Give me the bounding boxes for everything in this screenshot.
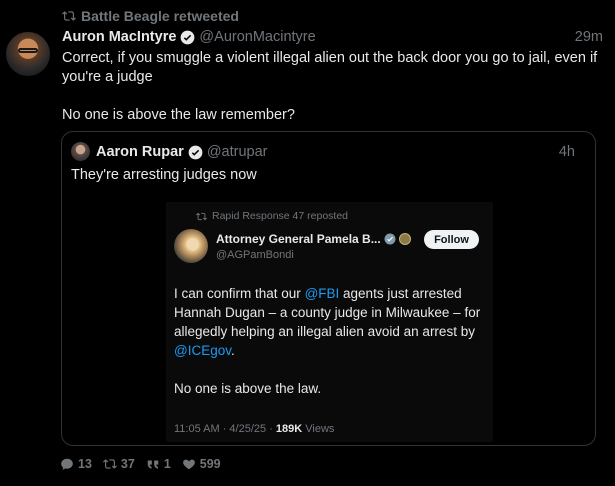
embed-author-handle: @AGPamBondi <box>216 249 294 261</box>
retweet-icon <box>102 459 117 469</box>
embed-meta: 11:05 AM · 4/25/25 · 189K Views <box>174 423 334 435</box>
quote-icon <box>147 460 159 469</box>
tweet-timestamp[interactable]: 29m <box>575 29 603 45</box>
embedded-post-image[interactable]: Rapid Response 47 reposted Attorney Gene… <box>166 202 493 442</box>
embed-text: . <box>230 343 235 358</box>
quote-count: 1 <box>163 457 171 471</box>
embed-views-count: 189K <box>275 423 303 435</box>
mention-icegov: @ICEgov <box>174 343 231 358</box>
author-name[interactable]: Auron MacIntyre <box>62 29 176 45</box>
embed-author-name-row: Attorney General Pamela B... <box>216 232 411 246</box>
verified-badge-icon <box>181 30 195 44</box>
embed-paragraph: I can confirm that our @FBI agents just … <box>174 284 484 360</box>
quote-text: They're arresting judges now <box>71 167 257 183</box>
embed-author-name: Attorney General Pamela B... <box>216 232 381 246</box>
tweet-header: Auron MacIntyre @AuronMacintyre 29m <box>62 27 605 47</box>
like-button[interactable]: 599 <box>182 457 221 471</box>
gov-verified-badge-icon <box>384 233 396 245</box>
embed-paragraph: No one is above the law. <box>174 381 322 396</box>
embed-repost-line: Rapid Response 47 reposted <box>196 210 348 222</box>
tweet-actions: 13 37 1 599 <box>60 456 221 472</box>
quote-header: Aaron Rupar @atrupar 4h <box>96 142 585 162</box>
retweet-count: 37 <box>120 457 135 471</box>
quote-author-handle[interactable]: @atrupar <box>207 144 268 160</box>
embed-repost-label: Rapid Response 47 reposted <box>212 210 349 222</box>
mention-fbi: @FBI <box>304 286 340 301</box>
quoted-tweet[interactable]: Aaron Rupar @atrupar 4h They're arrestin… <box>61 131 596 446</box>
tweet-paragraph: No one is above the law remember? <box>62 107 295 123</box>
embed-body: I can confirm that our @FBI agents just … <box>174 284 484 398</box>
tweet-paragraph: Correct, if you smuggle a violent illega… <box>62 50 598 85</box>
quote-author-avatar[interactable] <box>71 142 90 161</box>
embed-author-avatar <box>174 229 208 263</box>
retweet-icon <box>196 212 207 220</box>
avatar-glasses <box>18 48 38 53</box>
quote-author-name[interactable]: Aaron Rupar <box>96 144 184 160</box>
retweet-icon <box>62 11 76 21</box>
embed-meta-time: 11:05 AM · 4/25/25 · <box>174 423 276 435</box>
reply-count: 13 <box>78 457 92 471</box>
retweet-label: Battle Beagle retweeted <box>81 8 239 24</box>
government-seal-icon <box>398 233 411 245</box>
tweet-text: Correct, if you smuggle a violent illega… <box>62 49 602 125</box>
author-handle[interactable]: @AuronMacintyre <box>199 29 315 45</box>
embed-views-label: Views <box>302 423 335 435</box>
follow-button: Follow <box>424 230 479 249</box>
like-count: 599 <box>199 457 221 471</box>
verified-badge-icon <box>188 145 203 159</box>
quote-timestamp[interactable]: 4h <box>559 144 575 160</box>
quote-button[interactable]: 1 <box>146 457 171 471</box>
reply-icon <box>61 458 73 470</box>
heart-icon <box>182 459 195 470</box>
embed-text: I can confirm that our <box>174 286 305 301</box>
author-avatar[interactable] <box>6 32 50 76</box>
reply-button[interactable]: 13 <box>60 457 92 471</box>
retweet-button[interactable]: 37 <box>102 457 135 471</box>
retweeted-by[interactable]: Battle Beagle retweeted <box>62 8 239 24</box>
